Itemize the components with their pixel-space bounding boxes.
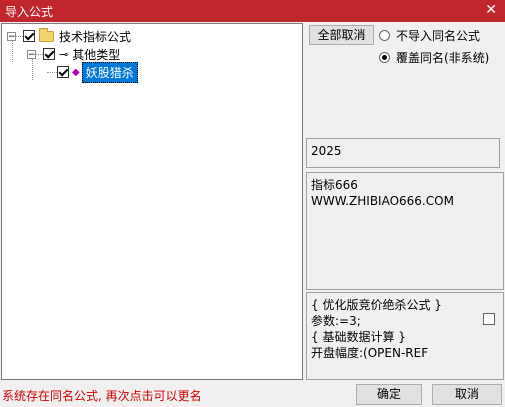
year-panel: 2025 (306, 138, 500, 168)
overwrite-option[interactable]: 覆盖同名(非系统) (379, 49, 489, 66)
close-icon[interactable]: ✕ (485, 2, 497, 18)
title-bar: 导入公式 ✕ (0, 0, 505, 22)
cancel-all-button[interactable]: 全部取消 (309, 25, 374, 45)
collapse-icon[interactable]: − (27, 49, 36, 59)
description-panel: 指标666 WWW.ZHIBIAO666.COM (306, 172, 504, 290)
tree-connector (47, 71, 57, 73)
formula-text: { 优化版竞价绝杀公式 } 参数:=3; { 基础数据计算 } 开盘幅度:(OP… (311, 298, 442, 360)
tree-node-leaf[interactable]: ◆ 妖股猎杀 (47, 61, 138, 83)
no-import-option[interactable]: 不导入同名公式 (379, 27, 480, 44)
window-title: 导入公式 (5, 5, 54, 19)
tree-connector (16, 35, 23, 37)
tree-node-label: 其他类型 (72, 47, 121, 62)
tree-connector (36, 53, 43, 55)
formula-tree[interactable]: − 技术指标公式 − ⊸ 其他类型 ◆ 妖股猎杀 (1, 23, 303, 380)
key-icon: ⊸ (59, 47, 69, 61)
tree-node-child[interactable]: − ⊸ 其他类型 (27, 45, 120, 63)
tree-node-root[interactable]: − 技术指标公式 (7, 27, 131, 45)
no-import-radio[interactable] (379, 30, 390, 41)
status-text: 系统存在同名公式, 再次点击可以更名 (2, 389, 202, 403)
tree-node-label: 技术指标公式 (59, 29, 132, 44)
overwrite-label: 覆盖同名(非系统) (396, 51, 490, 65)
year-text: 2025 (311, 144, 342, 158)
ok-button[interactable]: 确定 (356, 384, 422, 405)
formula-panel[interactable]: { 优化版竞价绝杀公式 } 参数:=3; { 基础数据计算 } 开盘幅度:(OP… (306, 292, 504, 380)
formula-checkbox[interactable] (483, 313, 495, 325)
description-text: 指标666 WWW.ZHIBIAO666.COM (311, 178, 454, 208)
cancel-button[interactable]: 取消 (432, 384, 502, 405)
child-checkbox[interactable] (43, 48, 55, 60)
folder-icon (39, 27, 54, 42)
formula-icon: ◆ (72, 66, 80, 78)
root-checkbox[interactable] (23, 30, 35, 42)
no-import-label: 不导入同名公式 (396, 29, 481, 43)
collapse-icon[interactable]: − (7, 31, 16, 41)
leaf-checkbox[interactable] (57, 66, 69, 78)
overwrite-radio[interactable] (379, 52, 390, 63)
tree-node-label-selected[interactable]: 妖股猎杀 (81, 61, 138, 83)
